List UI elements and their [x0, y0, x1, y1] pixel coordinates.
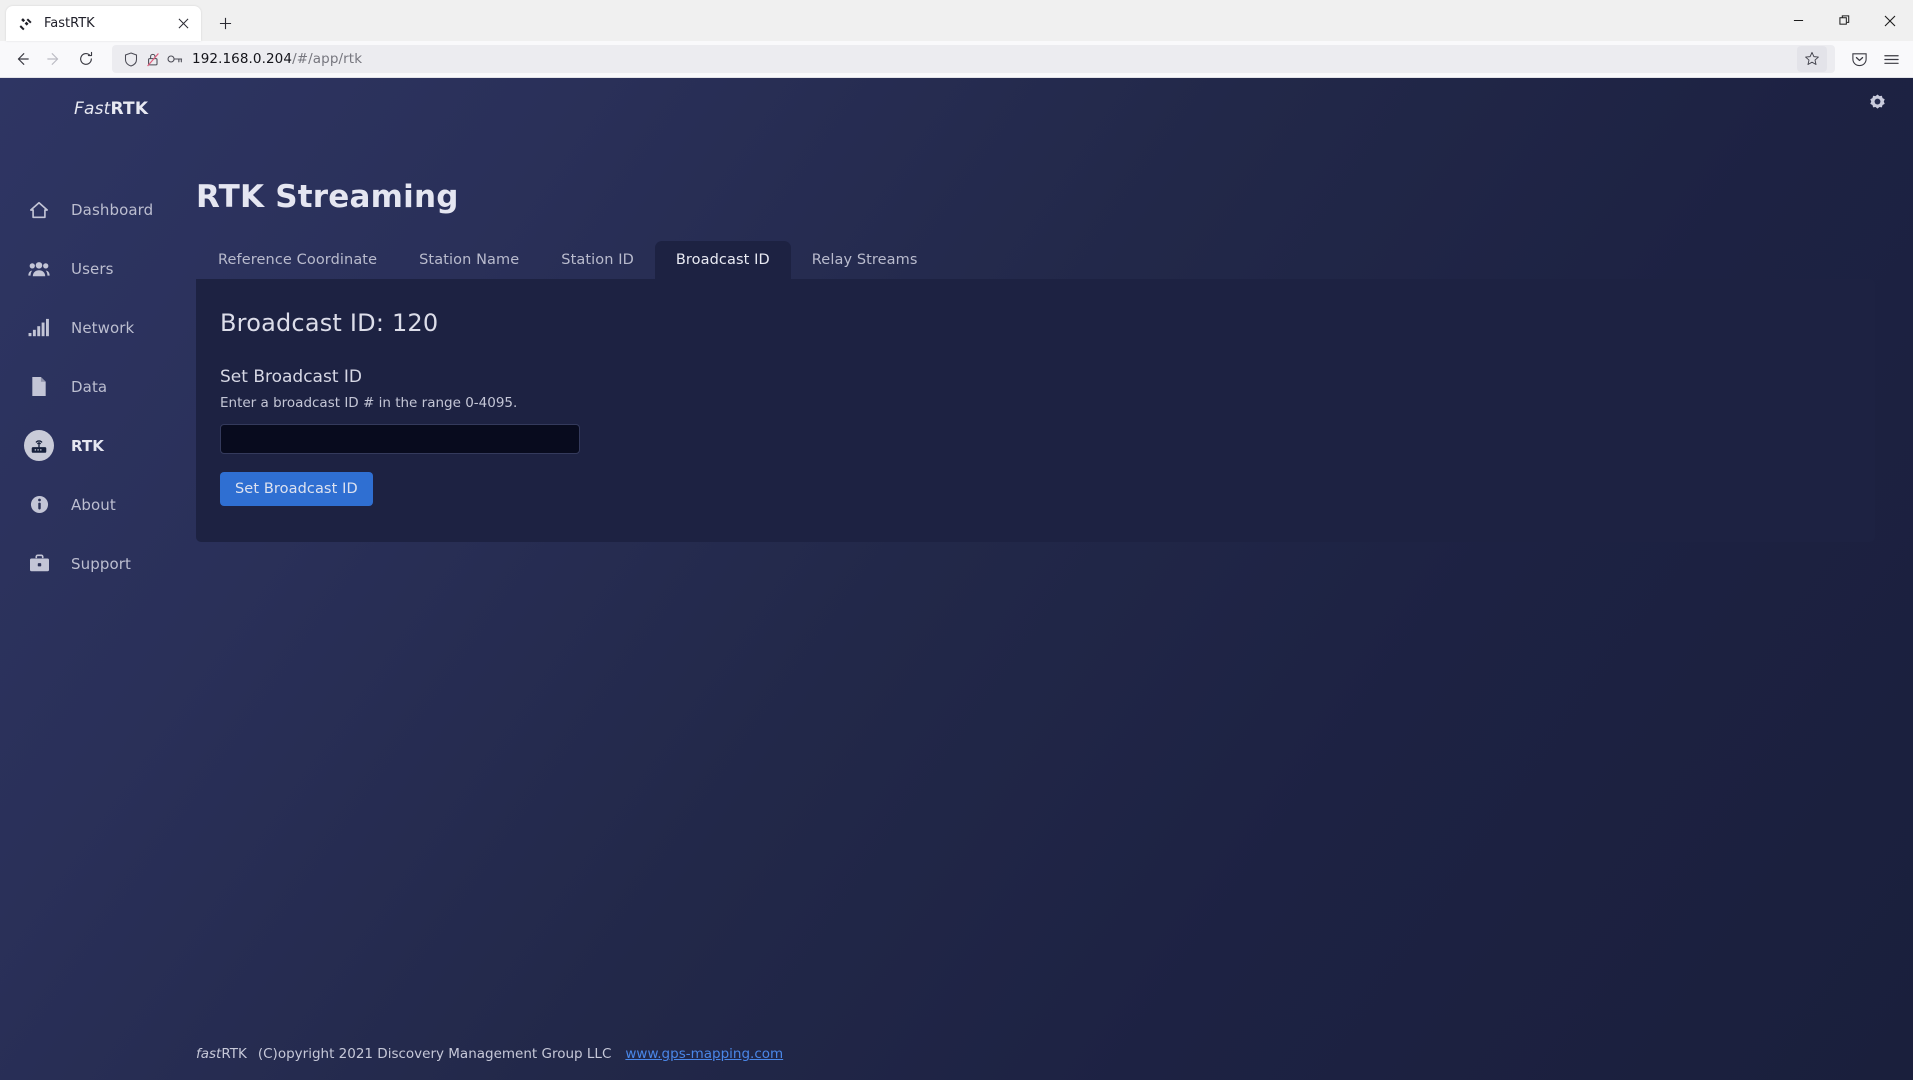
card-title: Broadcast ID: 120 — [220, 309, 439, 337]
users-icon — [24, 259, 54, 279]
new-tab-button[interactable] — [210, 8, 240, 38]
app-footer: fast RTK (C)opyright 2021 Discovery Manag… — [0, 1028, 1913, 1080]
footer-brand-italic: fast — [196, 1046, 222, 1062]
shield-icon[interactable] — [120, 51, 142, 67]
browser-tabstrip: FastRTK — [0, 0, 1913, 41]
app-header: FastRTK — [0, 78, 1913, 126]
sidebar-item-label: Users — [71, 259, 114, 278]
broadcast-id-input[interactable] — [220, 424, 580, 454]
tab-reference-coordinate[interactable]: Reference Coordinate — [197, 241, 398, 279]
sidebar-item-data[interactable]: Data — [0, 357, 196, 416]
tab-broadcast-id[interactable]: Broadcast ID — [654, 241, 791, 279]
sidebar-item-label: Dashboard — [71, 200, 154, 219]
set-broadcast-id-label: Set Broadcast ID — [220, 367, 363, 387]
broadcast-id-card: Broadcast ID: 120 Set Broadcast ID Enter… — [196, 279, 1875, 542]
browser-tab-title: FastRTK — [44, 16, 95, 31]
browser-tab[interactable]: FastRTK — [6, 6, 201, 41]
url-bar-actions — [1797, 46, 1827, 72]
window-close-icon[interactable] — [1867, 0, 1913, 41]
sidebar: Dashboard Users Network Data RTK About S… — [0, 126, 196, 1080]
maximize-icon[interactable] — [1821, 0, 1867, 41]
set-broadcast-id-help: Enter a broadcast ID # in the range 0-40… — [220, 395, 518, 411]
key-icon[interactable] — [164, 52, 186, 66]
hamburger-menu-icon[interactable] — [1876, 44, 1906, 74]
sidebar-item-users[interactable]: Users — [0, 239, 196, 298]
sidebar-item-label: About — [71, 495, 116, 514]
app-root: FastRTK Dashboard Users Network Data RTK… — [0, 78, 1913, 1080]
forward-arrow-icon — [39, 44, 69, 74]
browser-window: FastRTK 192.168.0.204/#/app/rtk FastRTK … — [0, 0, 1913, 1080]
reload-icon[interactable] — [71, 44, 101, 74]
page-title: RTK Streaming — [196, 179, 459, 215]
info-circle-icon — [24, 495, 54, 514]
sidebar-item-label: Data — [71, 377, 108, 396]
footer-brand-bold: RTK — [221, 1046, 247, 1062]
star-icon[interactable] — [1797, 46, 1827, 72]
router-icon — [24, 430, 54, 461]
sidebar-item-label: Network — [71, 318, 135, 337]
sidebar-item-rtk[interactable]: RTK — [0, 416, 196, 475]
sidebar-item-dashboard[interactable]: Dashboard — [0, 180, 196, 239]
sidebar-item-about[interactable]: About — [0, 475, 196, 534]
document-icon — [24, 376, 54, 397]
brand-part-fast: Fast — [74, 99, 111, 119]
app-body: Dashboard Users Network Data RTK About S… — [0, 126, 1913, 1080]
tab-station-name[interactable]: Station Name — [398, 241, 540, 279]
brand-part-rtk: RTK — [110, 99, 149, 119]
satellite-icon — [18, 15, 35, 32]
set-broadcast-id-button[interactable]: Set Broadcast ID — [220, 472, 373, 506]
url-text: 192.168.0.204/#/app/rtk — [192, 51, 362, 67]
url-host: 192.168.0.204 — [192, 51, 293, 67]
sidebar-item-label: RTK — [71, 436, 105, 455]
navbar-right-actions — [1843, 44, 1907, 74]
app-brand-logo[interactable]: FastRTK — [74, 99, 148, 119]
minimize-icon[interactable] — [1775, 0, 1821, 41]
footer-copyright: (C)opyright 2021 Discovery Management Gr… — [257, 1046, 612, 1062]
browser-navbar: 192.168.0.204/#/app/rtk — [0, 41, 1913, 78]
lock-crossed-icon[interactable] — [142, 52, 164, 67]
sidebar-item-network[interactable]: Network — [0, 298, 196, 357]
close-icon[interactable] — [173, 14, 193, 34]
url-path: /#/app/rtk — [292, 51, 363, 67]
sidebar-item-label: Support — [71, 554, 131, 573]
tab-station-id[interactable]: Station ID — [540, 241, 655, 279]
pocket-save-icon[interactable] — [1844, 44, 1874, 74]
tab-relay-streams[interactable]: Relay Streams — [791, 241, 939, 279]
url-bar[interactable]: 192.168.0.204/#/app/rtk — [112, 45, 1835, 73]
main-content: RTK Streaming Reference Coordinate Stati… — [196, 126, 1913, 1080]
tab-bar: Reference Coordinate Station Name Statio… — [196, 241, 1875, 279]
sidebar-item-support[interactable]: Support — [0, 534, 196, 593]
briefcase-icon — [24, 554, 54, 573]
window-controls — [1775, 0, 1913, 41]
footer-website-link[interactable]: www.gps-mapping.com — [625, 1046, 783, 1062]
home-icon — [24, 200, 54, 220]
gear-icon[interactable] — [1863, 88, 1891, 116]
back-arrow-icon[interactable] — [7, 44, 37, 74]
signal-bars-icon — [24, 318, 54, 338]
